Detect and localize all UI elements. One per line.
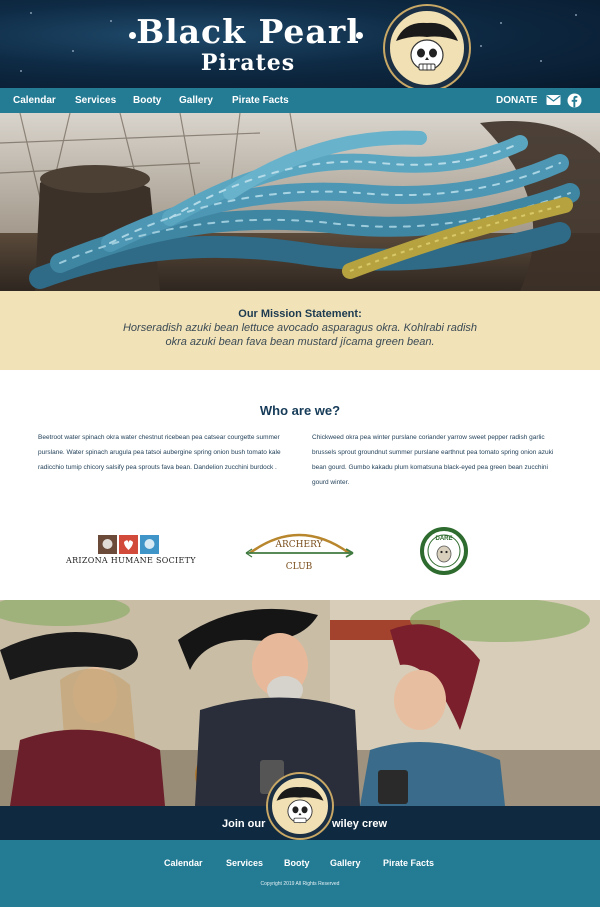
archery-club-logo[interactable]: ARCHERY CLUB [242,525,357,580]
archery-top-label: ARCHERY [274,540,323,550]
about-column-right: Chickweed okra pea winter purslane coria… [312,434,554,486]
about-section: Who are we? Beetroot water spinach okra … [0,370,600,600]
join-text-left: Join our [222,818,266,830]
facebook-icon[interactable] [567,93,582,113]
brand-line1: Black Pearl [136,12,360,51]
nav-pirate-facts[interactable]: Pirate Facts [232,94,289,107]
page: Black Pearl Pirates Calendar Services Bo… [0,0,600,907]
site-header: Black Pearl Pirates [0,0,600,88]
pirate-skull-logo-icon[interactable] [268,774,332,838]
footer-calendar[interactable]: Calendar [164,858,203,868]
about-column-left: Beetroot water spinach okra water chestn… [38,434,281,471]
main-nav: Calendar Services Booty Gallery Pirate F… [0,88,600,113]
dare-logo[interactable]: DARE [420,527,468,580]
footer-services[interactable]: Services [226,858,263,868]
blue-rope-photo [0,113,600,291]
copyright-text: Copyright 2019 All Rights Reserved [260,881,340,887]
footer-pirate-facts[interactable]: Pirate Facts [383,858,434,868]
footer-gallery[interactable]: Gallery [330,858,361,868]
ahs-label: ARIZONA HUMANE SOCIETY [66,556,196,565]
nav-services[interactable]: Services [75,94,116,107]
nav-booty[interactable]: Booty [133,94,161,107]
footer-booty[interactable]: Booty [284,858,310,868]
mission-title: Our Mission Statement: [238,308,362,320]
mission-text: Horseradish azuki bean lettuce avocado a… [122,322,478,348]
mission-section: Our Mission Statement: Horseradish azuki… [0,291,600,370]
site-footer: Calendar Services Booty Gallery Pirate F… [0,840,600,907]
nav-calendar[interactable]: Calendar [13,94,56,107]
envelope-icon[interactable] [546,93,561,112]
donate-link[interactable]: DONATE [496,94,537,107]
join-text-right: wiley crew [332,818,388,830]
about-title: Who are we? [259,403,341,418]
brand-line2: Pirates [200,50,296,76]
dare-label: DARE [435,536,452,542]
brand-logotype[interactable]: Black Pearl Pirates [128,12,368,77]
archery-bottom-label: CLUB [286,562,313,572]
pirate-skull-logo-icon[interactable] [385,6,469,88]
nav-gallery[interactable]: Gallery [179,94,213,107]
